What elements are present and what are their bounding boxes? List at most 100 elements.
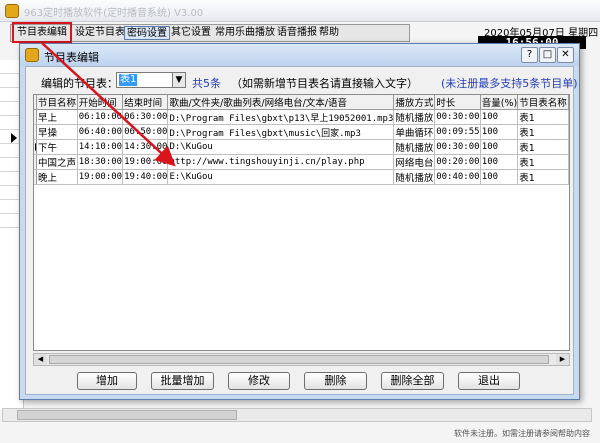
cell-end[interactable]: 19:40:00 [122,169,169,185]
dialog-body: 编辑的节目表： 表1 ▼ 共5条 （如需新增节目表名请直接输入文字） (未注册最… [25,66,578,395]
scroll-right-icon[interactable]: ▶ [556,354,569,365]
menu-item-set-schedule[interactable]: 设定节目表 [73,26,127,40]
delete-all-button[interactable]: 删除全部 [381,372,444,390]
table-row[interactable]: 早操 06:40:00 06:50:00 D:\Program Files\gb… [34,124,569,140]
menu-item-music-play[interactable]: 常用乐曲播放 [213,26,277,40]
cell-source[interactable]: D:\KuGou [167,139,395,155]
dialog-app-icon [25,48,39,62]
row-indicator[interactable] [34,124,37,140]
row-indicator[interactable] [34,169,37,185]
table-row[interactable]: 中国之声 18:30:00 19:00:00 http://www.tingsh… [34,154,569,170]
cell-name[interactable]: 早操 [36,124,78,140]
cell-start[interactable]: 06:10:00 [77,109,124,125]
dialog-title-bar: 节目表编辑 ? □ ✕ [20,44,579,66]
cell-name[interactable]: 早上 [36,109,78,125]
close-button[interactable]: ✕ [557,47,574,63]
row-indicator[interactable] [34,109,37,125]
cell-source[interactable]: D:\Program Files\gbxt\p13\早上19052001.mp3 [167,109,395,125]
cell-mode[interactable]: 单曲循环 [393,124,436,140]
current-row-icon [35,143,36,151]
cell-volume[interactable]: 100 [480,124,519,140]
cell-start[interactable]: 19:00:00 [77,169,124,185]
cell-duration[interactable]: 00:30:00 [434,109,481,125]
column-header[interactable]: 节目表名称 [517,95,569,110]
unregistered-limit-text: (未注册最多支持5条节目单) [441,77,578,90]
grid-scroll-thumb[interactable] [49,355,549,364]
cell-mode[interactable]: 随机播放 [393,169,436,185]
table-row[interactable]: 早上 06:10:00 06:30:00 D:\Program Files\gb… [34,109,569,125]
maximize-button[interactable]: □ [539,47,556,63]
cell-source[interactable]: http://www.tingshouyinji.cn/play.php [167,154,395,170]
cell-duration[interactable]: 00:20:00 [434,154,481,170]
help-button[interactable]: ? [521,47,538,63]
column-header[interactable]: 音量(%) [480,95,519,110]
column-header[interactable]: 播放方式 [393,95,436,110]
cell-duration[interactable]: 00:09:55 [434,124,481,140]
add-button[interactable]: 增加 [77,372,137,390]
exit-button[interactable]: 退出 [458,372,520,390]
modify-button[interactable]: 修改 [228,372,290,390]
menu-item-help[interactable]: 帮助 [317,26,341,40]
cell-mode[interactable]: 随机播放 [393,139,436,155]
column-header[interactable]: 歌曲/文件夹/歌曲列表/网络电台/文本/语音 [167,95,395,110]
table-row[interactable]: 下午 14:10:00 14:30:00 D:\KuGou 随机播放 00:30… [34,139,569,155]
cell-volume[interactable]: 100 [480,109,519,125]
menu-highlight-box [12,22,72,43]
row-indicator[interactable] [34,154,37,170]
cell-end[interactable]: 06:50:00 [122,124,169,140]
cell-table[interactable]: 表1 [517,154,569,170]
table-header-row: 节目名称 开始时间 结束时间 歌曲/文件夹/歌曲列表/网络电台/文本/语音 播放… [34,95,569,110]
cell-name[interactable]: 下午 [36,139,78,155]
cell-mode[interactable]: 网络电台 [393,154,436,170]
schedule-table-label: 编辑的节目表： [41,77,118,90]
cell-end[interactable]: 06:30:00 [122,109,169,125]
dialog-title: 节目表编辑 [44,51,99,64]
main-horizontal-scrollbar[interactable] [2,408,592,422]
program-count: 共5条 [192,77,221,90]
cell-name[interactable]: 晚上 [36,169,78,185]
batch-add-button[interactable]: 批量增加 [151,372,214,390]
column-header[interactable]: 开始时间 [77,95,124,110]
program-grid[interactable]: 节目名称 开始时间 结束时间 歌曲/文件夹/歌曲列表/网络电台/文本/语音 播放… [33,94,570,351]
row-pointer-icon [11,133,17,143]
app-icon [5,4,19,18]
menu-item-voice[interactable]: 语音播报 [275,26,319,40]
cell-source[interactable]: D:\Program Files\gbxt\music\回家.mp3 [167,124,395,140]
menu-item-password[interactable]: 密码设置 [124,26,170,40]
main-title-bar: 963定时播放软件(定时播音系统) V3.00 [0,0,600,22]
grid-horizontal-scrollbar[interactable]: ◀ ▶ [33,353,570,366]
cell-start[interactable]: 14:10:00 [77,139,124,155]
cell-table[interactable]: 表1 [517,124,569,140]
column-header[interactable]: 结束时间 [122,95,169,110]
cell-start[interactable]: 18:30:00 [77,154,124,170]
table-row[interactable]: 晚上 19:00:00 19:40:00 E:\KuGou 随机播放 00:40… [34,169,569,185]
cell-table[interactable]: 表1 [517,139,569,155]
cell-source[interactable]: E:\KuGou [167,169,395,185]
cell-mode[interactable]: 随机播放 [393,109,436,125]
cell-volume[interactable]: 100 [480,169,519,185]
scroll-left-icon[interactable]: ◀ [34,354,47,365]
row-indicator[interactable] [34,139,37,155]
schedule-table-value[interactable]: 表1 [119,74,138,86]
cell-volume[interactable]: 100 [480,139,519,155]
cell-name[interactable]: 中国之声 [36,154,78,170]
cell-table[interactable]: 表1 [517,169,569,185]
menu-item-other-settings[interactable]: 其它设置 [169,26,213,40]
main-scroll-thumb[interactable] [17,410,237,420]
program-table: 节目名称 开始时间 结束时间 歌曲/文件夹/歌曲列表/网络电台/文本/语音 播放… [34,95,569,185]
cell-volume[interactable]: 100 [480,154,519,170]
cell-duration[interactable]: 00:40:00 [434,169,481,185]
main-window-title: 963定时播放软件(定时播音系统) V3.00 [24,8,204,19]
chevron-down-icon[interactable]: ▼ [172,72,186,88]
cell-table[interactable]: 表1 [517,109,569,125]
status-text: 软件未注册。如需注册请参阅帮助内容 [454,429,590,438]
column-header[interactable]: 节目名称 [36,95,78,110]
delete-button[interactable]: 删除 [304,372,367,390]
hint-text: （如需新增节目表名请直接输入文字） [231,77,418,90]
cell-start[interactable]: 06:40:00 [77,124,124,140]
column-header[interactable]: 时长 [434,95,481,110]
program-edit-dialog: 节目表编辑 ? □ ✕ 编辑的节目表： 表1 ▼ 共5条 （如需新增节目表名请直… [19,43,580,400]
cell-end[interactable]: 14:30:00 [122,139,169,155]
cell-duration[interactable]: 00:30:00 [434,139,481,155]
cell-end[interactable]: 19:00:00 [122,154,169,170]
